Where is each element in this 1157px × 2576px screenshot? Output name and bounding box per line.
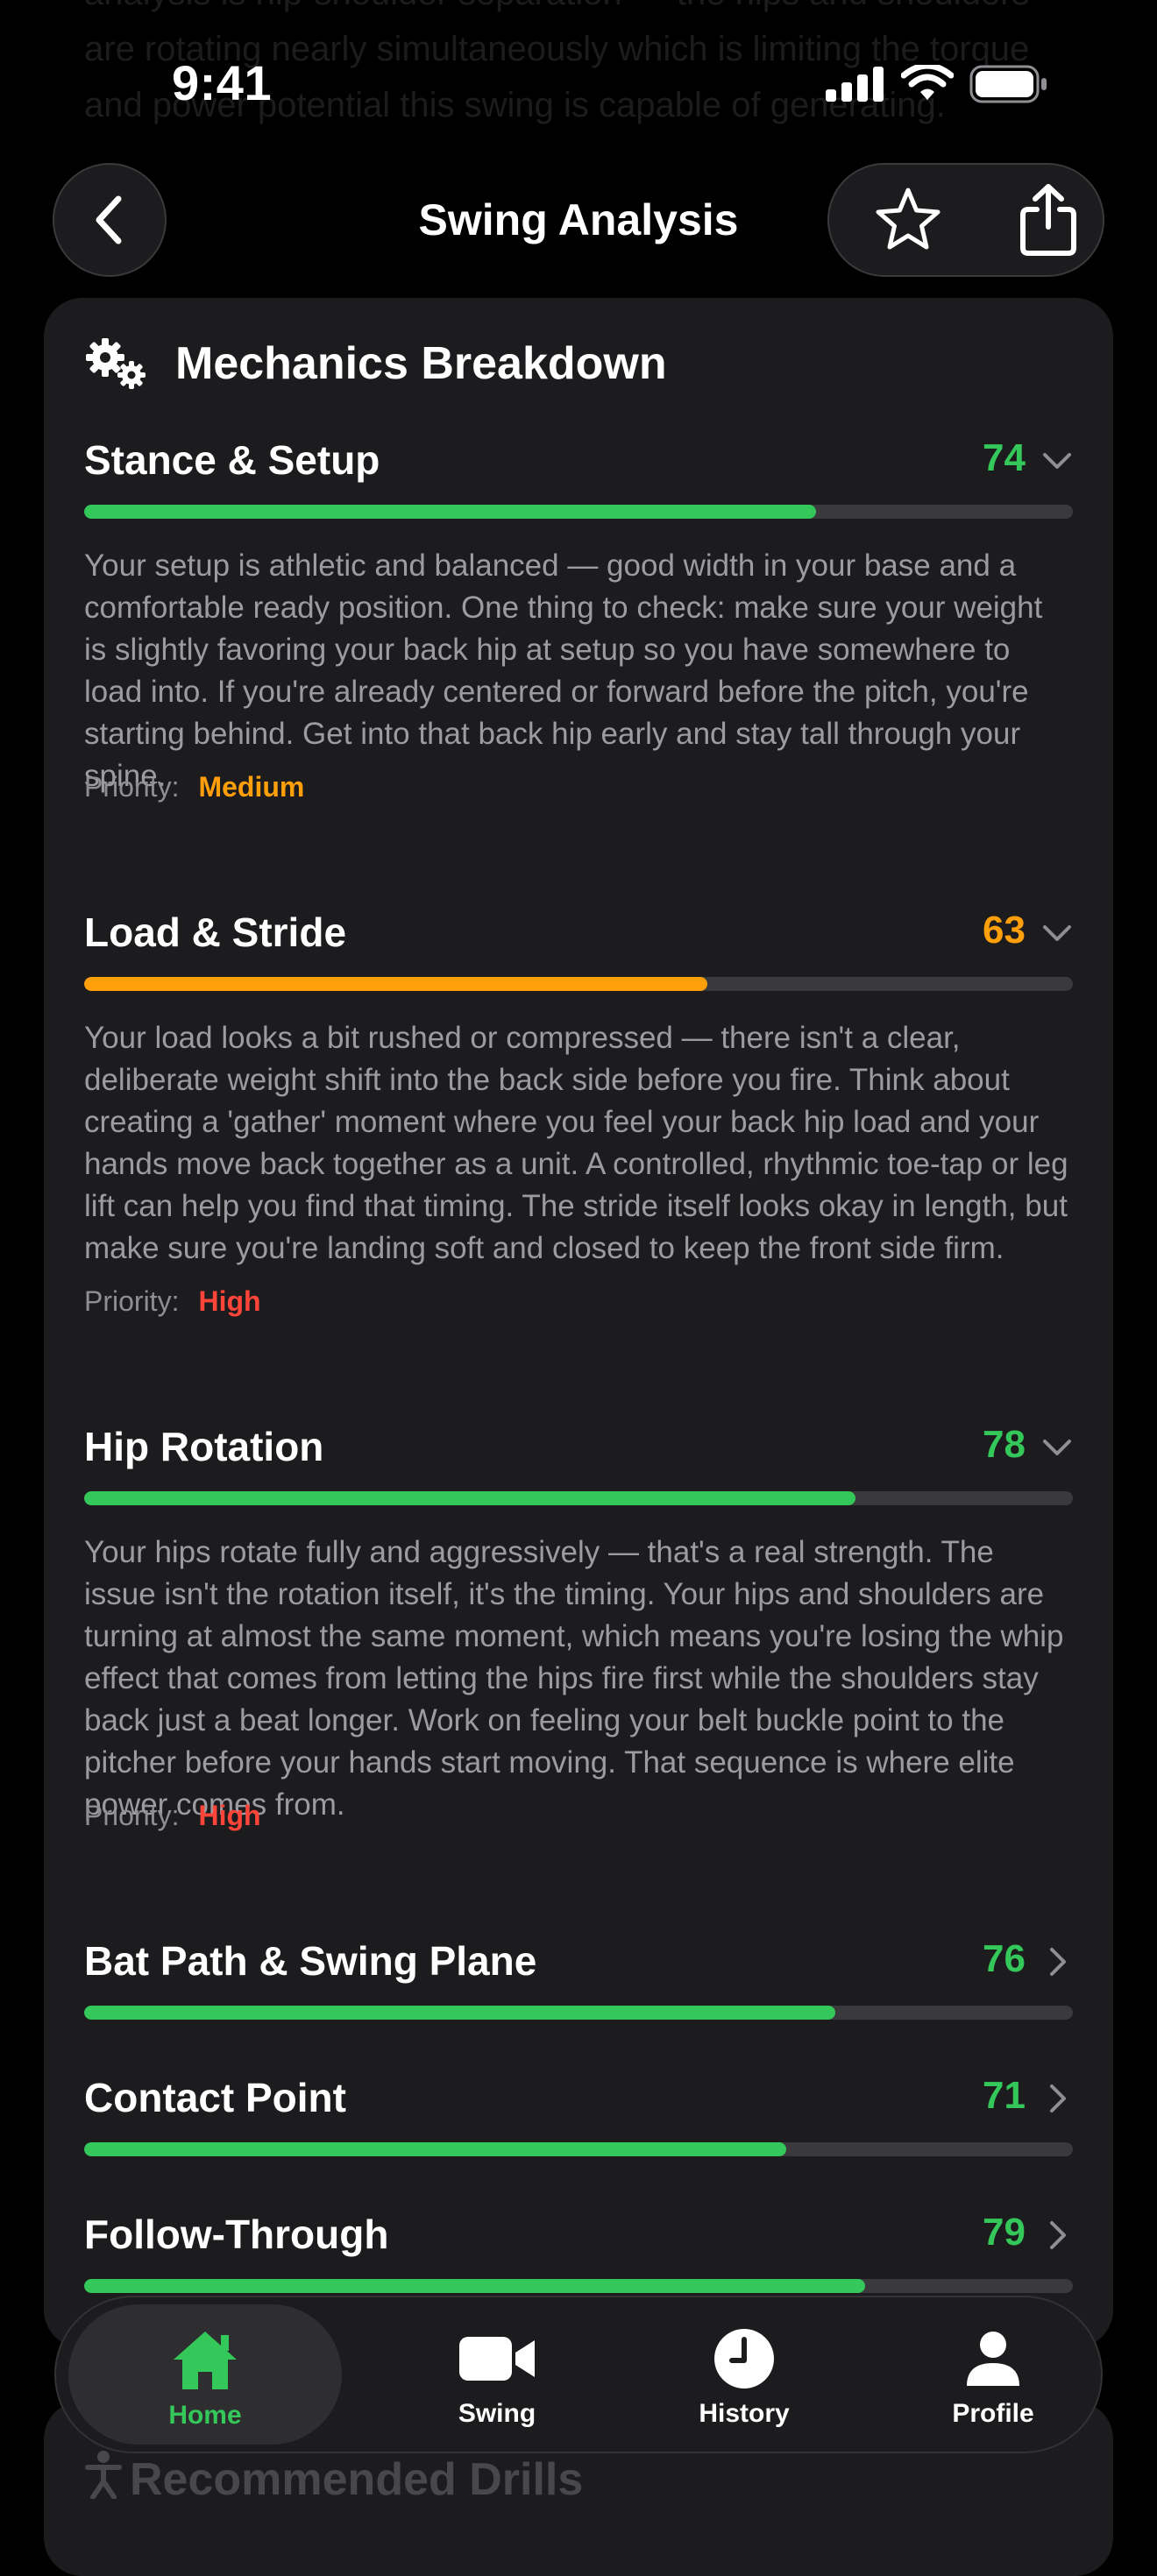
section-follow-through[interactable]: Follow-Through 79 [84, 2211, 1073, 2293]
tab-label: Swing [458, 2399, 536, 2428]
section-title: Contact Point [84, 2075, 346, 2120]
person-icon [967, 2332, 1019, 2386]
nav-actions [827, 163, 1104, 277]
section-header[interactable]: Stance & Setup 74 [84, 436, 1073, 492]
score-bar [84, 977, 1073, 991]
chevron-down-icon[interactable] [1041, 1432, 1073, 1463]
status-bar: 9:41 [0, 0, 1157, 158]
tab-label: History [699, 2399, 790, 2428]
card-title: Mechanics Breakdown [175, 338, 667, 389]
section-score: 78 [983, 1423, 1026, 1466]
priority-value: High [198, 1285, 261, 1317]
section-score: 71 [983, 2074, 1026, 2117]
tab-history[interactable]: History [626, 2297, 862, 2452]
priority-value: Medium [198, 771, 305, 803]
score-bar-fill [84, 2006, 836, 2020]
score-bar [84, 2142, 1073, 2156]
section-load-stride: Load & Stride 63 Your load looks a bit r… [84, 909, 1073, 1317]
priority-value: High [198, 1800, 261, 1831]
battery-icon [969, 65, 1047, 103]
section-hip-rotation: Hip Rotation 78 Your hips rotate fully a… [84, 1423, 1073, 1831]
section-title: Hip Rotation [84, 1424, 324, 1469]
section-title: Load & Stride [84, 909, 347, 955]
section-title: Bat Path & Swing Plane [84, 1938, 537, 1984]
section-score: 76 [983, 1937, 1026, 1980]
section-description: Your hips rotate fully and aggressively … [84, 1535, 1064, 1822]
section-score: 63 [983, 909, 1026, 952]
star-icon [876, 188, 941, 250]
section-description: Your load looks a bit rushed or compress… [84, 1021, 1068, 1265]
tab-swing[interactable]: Swing [379, 2297, 615, 2452]
section-header[interactable]: Hip Rotation 78 [84, 1423, 1073, 1479]
cellular-signal-icon [826, 67, 884, 102]
mechanics-breakdown-card: Mechanics Breakdown Stance & Setup 74 Yo… [44, 298, 1113, 2348]
chevron-right-icon[interactable] [1041, 2083, 1073, 2114]
chevron-right-icon[interactable] [1041, 2219, 1073, 2251]
video-camera-icon [459, 2337, 535, 2381]
gears-icon [86, 338, 146, 389]
tab-home[interactable]: Home [68, 2304, 342, 2445]
score-bar [84, 2279, 1073, 2293]
status-icons [826, 65, 1048, 103]
section-score: 79 [983, 2211, 1026, 2254]
score-bar-fill [84, 505, 816, 519]
score-bar-fill [84, 1491, 855, 1505]
chevron-right-icon[interactable] [1041, 1946, 1073, 1978]
section-header[interactable]: Load & Stride 63 [84, 909, 1073, 965]
chevron-down-icon[interactable] [1041, 917, 1073, 949]
score-bar-fill [84, 2142, 786, 2156]
tab-label: Profile [952, 2399, 1034, 2428]
section-score: 74 [983, 436, 1026, 479]
clock-icon [714, 2329, 774, 2388]
priority-row: Priority: High [84, 1285, 261, 1318]
section-bat-path[interactable]: Bat Path & Swing Plane 76 [84, 1937, 1073, 2020]
navigation-bar: Swing Analysis [0, 158, 1157, 289]
score-bar-fill [84, 977, 707, 991]
favorite-button[interactable] [847, 165, 969, 275]
tab-bar: Home Swing History Profile [54, 2296, 1103, 2453]
share-button[interactable] [987, 165, 1110, 275]
score-bar [84, 505, 1073, 519]
section-title: Follow-Through [84, 2212, 389, 2257]
drills-icon [85, 2451, 122, 2499]
score-bar [84, 2006, 1073, 2020]
home-icon [174, 2332, 237, 2389]
priority-row: Priority: High [84, 1800, 261, 1832]
share-icon [1020, 184, 1076, 256]
priority-row: Priority: Medium [84, 771, 304, 803]
tab-profile[interactable]: Profile [875, 2297, 1111, 2452]
priority-label: Priority: [84, 1800, 180, 1831]
chevron-down-icon[interactable] [1041, 445, 1073, 477]
section-header[interactable]: Contact Point 71 [84, 2074, 1073, 2130]
section-header[interactable]: Bat Path & Swing Plane 76 [84, 1937, 1073, 1993]
section-stance-setup: Stance & Setup 74 Your setup is athletic… [84, 436, 1073, 803]
section-description: Your setup is athletic and balanced — go… [84, 548, 1043, 793]
wifi-icon [901, 65, 954, 100]
score-bar-fill [84, 2279, 866, 2293]
recommended-drills-title: Recommended Drills [130, 2454, 584, 2505]
section-header[interactable]: Follow-Through 79 [84, 2211, 1073, 2267]
priority-label: Priority: [84, 1285, 180, 1317]
section-contact-point[interactable]: Contact Point 71 [84, 2074, 1073, 2156]
tab-label: Home [168, 2401, 242, 2430]
section-title: Stance & Setup [84, 437, 380, 483]
card-header: Mechanics Breakdown [84, 336, 667, 391]
status-time: 9:41 [172, 55, 273, 110]
score-bar [84, 1491, 1073, 1505]
priority-label: Priority: [84, 771, 180, 803]
